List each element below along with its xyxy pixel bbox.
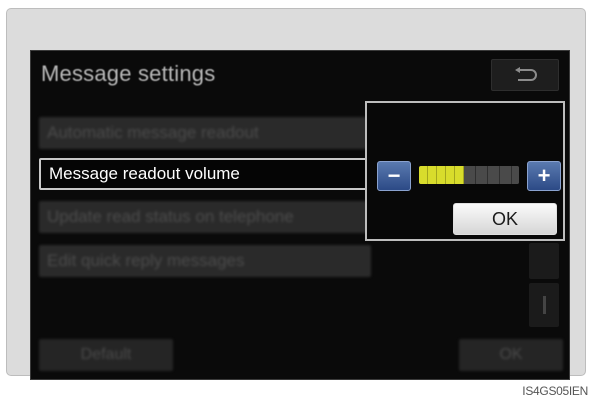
minus-icon: − — [387, 163, 401, 188]
menu-item-edit-quick-reply[interactable]: Edit quick reply messages — [39, 245, 371, 277]
volume-popup: − + OK — [365, 101, 565, 241]
volume-level-fill — [419, 166, 464, 184]
message-settings-screen: Message settings Automatic message reado… — [30, 50, 570, 380]
menu-item-message-readout-volume[interactable]: Message readout volume — [39, 158, 369, 190]
menu-item-update-read-status[interactable]: Update read status on telephone — [39, 201, 367, 233]
default-button[interactable]: Default — [39, 339, 173, 371]
scroll-indicator — [542, 296, 546, 314]
ok-button[interactable]: OK — [459, 339, 563, 371]
back-arrow-icon — [515, 67, 537, 81]
scroll-down-button[interactable] — [529, 283, 559, 327]
popup-ok-button[interactable]: OK — [453, 203, 557, 235]
scroll-up-button[interactable] — [529, 243, 559, 279]
page-title: Message settings — [41, 61, 216, 86]
volume-down-button[interactable]: − — [377, 161, 411, 191]
back-button[interactable] — [491, 59, 559, 91]
menu-item-automatic-message-readout[interactable]: Automatic message readout — [39, 117, 367, 149]
volume-level-empty — [464, 166, 519, 184]
figure-code: IS4GS05IEN — [522, 384, 588, 398]
volume-up-button[interactable]: + — [527, 161, 561, 191]
plus-icon: + — [537, 163, 551, 188]
volume-level-bar — [419, 166, 519, 184]
